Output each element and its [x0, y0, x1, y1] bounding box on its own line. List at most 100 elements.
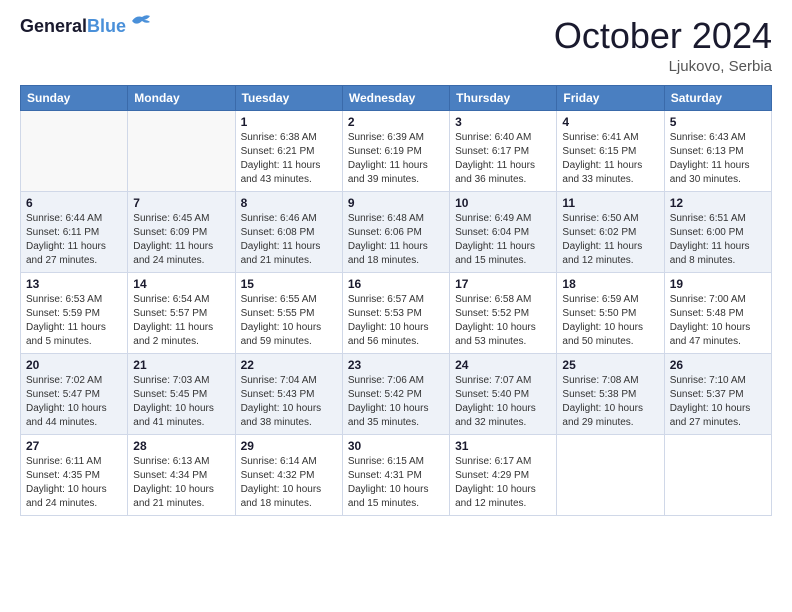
- day-number: 28: [133, 439, 229, 453]
- day-number: 9: [348, 196, 444, 210]
- table-row: 29Sunrise: 6:14 AMSunset: 4:32 PMDayligh…: [235, 434, 342, 515]
- calendar-page: GeneralBlue October 2024 Ljukovo, Serbia…: [0, 0, 792, 612]
- day-info: Sunrise: 6:14 AMSunset: 4:32 PMDaylight:…: [241, 455, 337, 511]
- table-row: 8Sunrise: 6:46 AMSunset: 6:08 PMDaylight…: [235, 191, 342, 272]
- day-info: Sunrise: 6:48 AMSunset: 6:06 PMDaylight:…: [348, 212, 444, 268]
- daylight-text: Daylight: 10 hours and 59 minutes.: [241, 321, 337, 349]
- sunset-text: Sunset: 6:11 PM: [26, 226, 122, 240]
- sunset-text: Sunset: 6:19 PM: [348, 145, 444, 159]
- day-number: 20: [26, 358, 122, 372]
- day-info: Sunrise: 6:40 AMSunset: 6:17 PMDaylight:…: [455, 131, 551, 187]
- sunrise-text: Sunrise: 6:58 AM: [455, 293, 551, 307]
- col-monday: Monday: [128, 85, 235, 110]
- table-row: 14Sunrise: 6:54 AMSunset: 5:57 PMDayligh…: [128, 272, 235, 353]
- table-row: 30 Sunrise: 6:15 AMSunset: 4:31 PMDayligh…: [342, 434, 449, 515]
- day-info: Sunrise: 7:06 AMSunset: 5:42 PMDaylight:…: [348, 374, 444, 430]
- table-row: 25Sunrise: 7:08 AMSunset: 5:38 PMDayligh…: [557, 353, 664, 434]
- day-number: 11: [562, 196, 658, 210]
- calendar-row: 13Sunrise: 6:53 AMSunset: 5:59 PMDayligh…: [21, 272, 772, 353]
- table-row: 18Sunrise: 6:59 AMSunset: 5:50 PMDayligh…: [557, 272, 664, 353]
- title-block: October 2024 Ljukovo, Serbia: [554, 16, 772, 75]
- day-info: Sunrise: 6:55 AMSunset: 5:55 PMDaylight:…: [241, 293, 337, 349]
- day-number: 6: [26, 196, 122, 210]
- table-row: 6 Sunrise: 6:44 AMSunset: 6:11 PMDaylight…: [21, 191, 128, 272]
- sunset-text: Sunset: 5:52 PM: [455, 307, 551, 321]
- sunrise-text: Sunrise: 6:13 AM: [133, 455, 229, 469]
- sunset-text: Sunset: 6:13 PM: [670, 145, 766, 159]
- day-info: Sunrise: 6:41 AMSunset: 6:15 PMDaylight:…: [562, 131, 658, 187]
- day-info: Sunrise: 6:43 AMSunset: 6:13 PMDaylight:…: [670, 131, 766, 187]
- sunrise-text: Sunrise: 7:08 AM: [562, 374, 658, 388]
- day-info: Sunrise: 6:59 AMSunset: 5:50 PMDaylight:…: [562, 293, 658, 349]
- day-number: 4: [562, 115, 658, 129]
- sunset-text: Sunset: 5:38 PM: [562, 388, 658, 402]
- day-number: 23: [348, 358, 444, 372]
- sunrise-text: Sunrise: 6:14 AM: [241, 455, 337, 469]
- daylight-text: Daylight: 10 hours and 50 minutes.: [562, 321, 658, 349]
- day-number: 1: [241, 115, 337, 129]
- table-row: 19Sunrise: 7:00 AMSunset: 5:48 PMDayligh…: [664, 272, 771, 353]
- day-info: Sunrise: 6:44 AMSunset: 6:11 PMDaylight:…: [26, 212, 122, 268]
- daylight-text: Daylight: 10 hours and 44 minutes.: [26, 402, 122, 430]
- sunrise-text: Sunrise: 6:41 AM: [562, 131, 658, 145]
- col-wednesday: Wednesday: [342, 85, 449, 110]
- day-info: Sunrise: 7:10 AMSunset: 5:37 PMDaylight:…: [670, 374, 766, 430]
- sunset-text: Sunset: 5:40 PM: [455, 388, 551, 402]
- daylight-text: Daylight: 11 hours and 30 minutes.: [670, 159, 766, 187]
- day-info: Sunrise: 7:04 AMSunset: 5:43 PMDaylight:…: [241, 374, 337, 430]
- sunset-text: Sunset: 6:09 PM: [133, 226, 229, 240]
- sunrise-text: Sunrise: 6:44 AM: [26, 212, 122, 226]
- table-row: 5 Sunrise: 6:43 AMSunset: 6:13 PMDaylight…: [664, 110, 771, 191]
- sunrise-text: Sunrise: 7:00 AM: [670, 293, 766, 307]
- daylight-text: Daylight: 10 hours and 12 minutes.: [455, 483, 551, 511]
- daylight-text: Daylight: 11 hours and 8 minutes.: [670, 240, 766, 268]
- daylight-text: Daylight: 10 hours and 27 minutes.: [670, 402, 766, 430]
- day-info: Sunrise: 6:38 AMSunset: 6:21 PMDaylight:…: [241, 131, 337, 187]
- table-row: [21, 110, 128, 191]
- calendar-row: 20Sunrise: 7:02 AMSunset: 5:47 PMDayligh…: [21, 353, 772, 434]
- month-title: October 2024: [554, 16, 772, 56]
- table-row: 31Sunrise: 6:17 AMSunset: 4:29 PMDayligh…: [450, 434, 557, 515]
- sunrise-text: Sunrise: 6:39 AM: [348, 131, 444, 145]
- table-row: 13Sunrise: 6:53 AMSunset: 5:59 PMDayligh…: [21, 272, 128, 353]
- sunrise-text: Sunrise: 6:49 AM: [455, 212, 551, 226]
- day-number: 2: [348, 115, 444, 129]
- sunrise-text: Sunrise: 6:54 AM: [133, 293, 229, 307]
- day-number: 17: [455, 277, 551, 291]
- daylight-text: Daylight: 10 hours and 47 minutes.: [670, 321, 766, 349]
- table-row: 16Sunrise: 6:57 AMSunset: 5:53 PMDayligh…: [342, 272, 449, 353]
- sunset-text: Sunset: 4:32 PM: [241, 469, 337, 483]
- day-info: Sunrise: 6:57 AMSunset: 5:53 PMDaylight:…: [348, 293, 444, 349]
- sunset-text: Sunset: 5:45 PM: [133, 388, 229, 402]
- table-row: 9 Sunrise: 6:48 AMSunset: 6:06 PMDaylight…: [342, 191, 449, 272]
- logo-blue: Blue: [87, 16, 126, 36]
- day-number: 12: [670, 196, 766, 210]
- calendar-row: 6Sunrise: 6:44 AMSunset: 6:11 PMDaylight…: [21, 191, 772, 272]
- table-row: 27Sunrise: 6:11 AMSunset: 4:35 PMDayligh…: [21, 434, 128, 515]
- daylight-text: Daylight: 11 hours and 24 minutes.: [133, 240, 229, 268]
- day-number: 8: [241, 196, 337, 210]
- sunrise-text: Sunrise: 6:11 AM: [26, 455, 122, 469]
- calendar-table: Sunday Monday Tuesday Wednesday Thursday…: [20, 85, 772, 516]
- day-number: 15: [241, 277, 337, 291]
- sunset-text: Sunset: 5:43 PM: [241, 388, 337, 402]
- table-row: 17Sunrise: 6:58 AMSunset: 5:52 PMDayligh…: [450, 272, 557, 353]
- day-number: 30: [348, 439, 444, 453]
- sunset-text: Sunset: 5:57 PM: [133, 307, 229, 321]
- day-info: Sunrise: 6:15 AMSunset: 4:31 PMDaylight:…: [348, 455, 444, 511]
- day-info: Sunrise: 6:49 AMSunset: 6:04 PMDaylight:…: [455, 212, 551, 268]
- table-row: 1 Sunrise: 6:38 AMSunset: 6:21 PMDaylight…: [235, 110, 342, 191]
- sunrise-text: Sunrise: 6:50 AM: [562, 212, 658, 226]
- calendar-row: 1 Sunrise: 6:38 AMSunset: 6:21 PMDaylight…: [21, 110, 772, 191]
- calendar-row: 27Sunrise: 6:11 AMSunset: 4:35 PMDayligh…: [21, 434, 772, 515]
- sunset-text: Sunset: 6:17 PM: [455, 145, 551, 159]
- sunrise-text: Sunrise: 6:48 AM: [348, 212, 444, 226]
- day-number: 22: [241, 358, 337, 372]
- table-row: 20Sunrise: 7:02 AMSunset: 5:47 PMDayligh…: [21, 353, 128, 434]
- sunrise-text: Sunrise: 6:55 AM: [241, 293, 337, 307]
- sunset-text: Sunset: 5:37 PM: [670, 388, 766, 402]
- day-number: 5: [670, 115, 766, 129]
- daylight-text: Daylight: 10 hours and 18 minutes.: [241, 483, 337, 511]
- sunrise-text: Sunrise: 6:51 AM: [670, 212, 766, 226]
- day-info: Sunrise: 7:00 AMSunset: 5:48 PMDaylight:…: [670, 293, 766, 349]
